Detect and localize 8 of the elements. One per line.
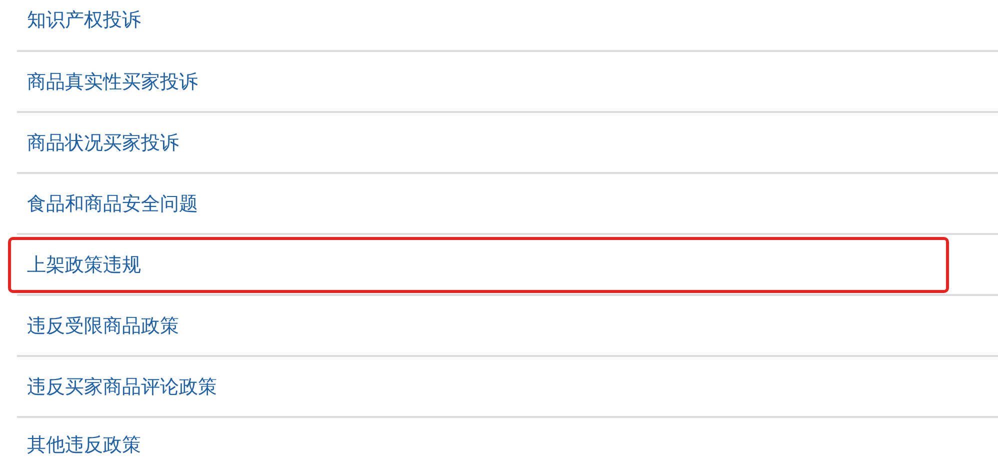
policy-link[interactable]: 食品和商品安全问题 xyxy=(27,192,198,216)
policy-link[interactable]: 商品真实性买家投诉 xyxy=(27,70,198,94)
policy-link[interactable]: 上架政策违规 xyxy=(27,252,141,276)
policy-link[interactable]: 其他违反政策 xyxy=(27,432,141,456)
policy-link[interactable]: 知识产权投诉 xyxy=(27,8,141,32)
policy-link[interactable]: 违反受限商品政策 xyxy=(27,314,179,338)
policy-link[interactable]: 违反买家商品评论政策 xyxy=(27,374,217,398)
policy-link[interactable]: 商品状况买家投诉 xyxy=(27,130,179,154)
